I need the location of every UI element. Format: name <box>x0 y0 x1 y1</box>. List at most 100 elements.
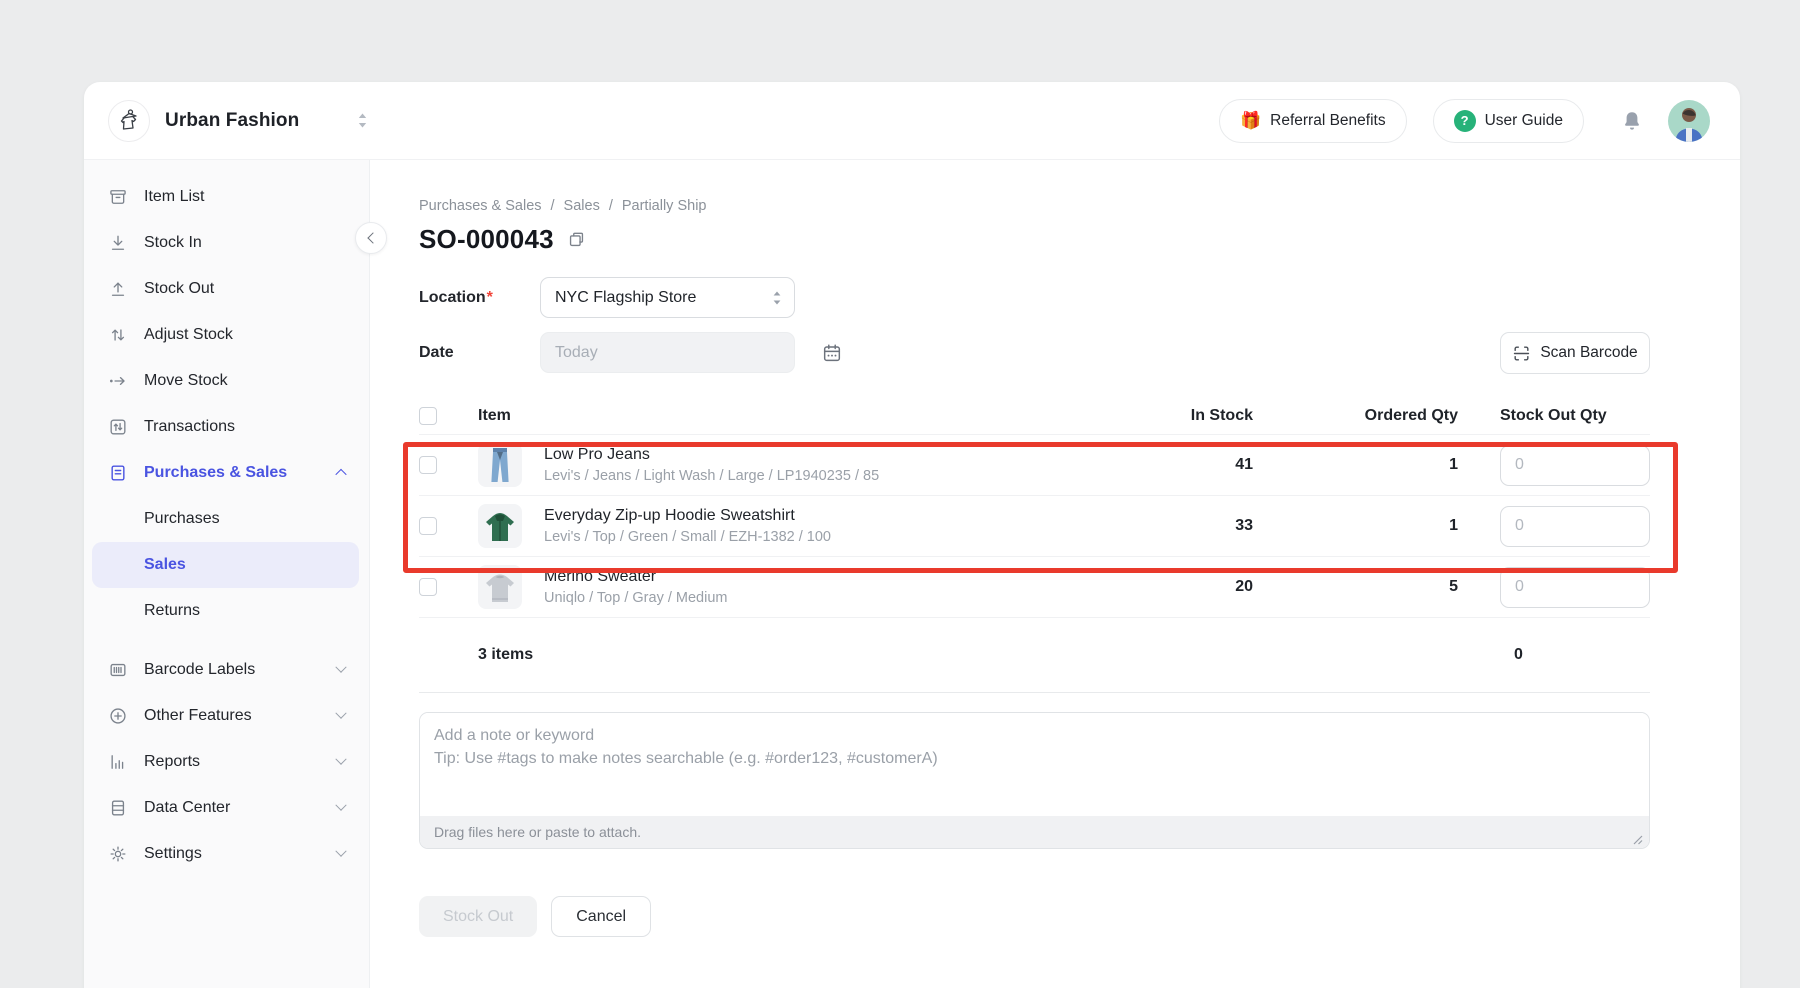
sidebar-item-stock-out[interactable]: Stock Out <box>92 266 359 312</box>
sidebar-label: Settings <box>144 845 202 863</box>
sidebar-item-move-stock[interactable]: Move Stock <box>92 358 359 404</box>
chevron-left-icon <box>367 232 378 243</box>
sidebar-item-purchases-sales[interactable]: Purchases & Sales <box>92 450 359 496</box>
note-box: Drag files here or paste to attach. <box>419 712 1650 849</box>
row-checkbox[interactable] <box>419 456 437 474</box>
table-row: Everyday Zip-up Hoodie Sweatshirt Levi's… <box>419 496 1650 557</box>
scan-barcode-button[interactable]: Scan Barcode <box>1500 332 1650 374</box>
sidebar-item-other-features[interactable]: Other Features <box>92 693 359 739</box>
sidebar-item-transactions[interactable]: Transactions <box>92 404 359 450</box>
sidebar-item-purchases[interactable]: Purchases <box>92 496 359 542</box>
adjust-stock-icon <box>108 325 128 345</box>
chevron-down-icon <box>335 754 346 765</box>
stock-out-qty-input[interactable] <box>1500 567 1650 608</box>
sidebar-item-sales[interactable]: Sales <box>92 542 359 588</box>
date-input[interactable] <box>540 332 795 373</box>
item-specs: Uniqlo / Top / Gray / Medium <box>544 590 727 606</box>
stock-out-qty-input[interactable] <box>1500 506 1650 547</box>
cancel-button[interactable]: Cancel <box>551 896 651 937</box>
stock-out-button[interactable]: Stock Out <box>419 896 537 937</box>
location-value: NYC Flagship Store <box>555 289 696 307</box>
breadcrumb-separator: / <box>551 198 555 214</box>
gift-icon: 🎁 <box>1240 112 1261 129</box>
breadcrumb-sales[interactable]: Sales <box>564 198 600 214</box>
sidebar: Item List Stock In <box>84 160 370 988</box>
sidebar-item-barcode-labels[interactable]: Barcode Labels <box>92 647 359 693</box>
row-checkbox[interactable] <box>419 517 437 535</box>
ordered-qty-value: 5 <box>1253 578 1458 596</box>
user-avatar[interactable] <box>1668 100 1710 142</box>
date-label: Date <box>419 344 540 362</box>
screen: Urban Fashion 🎁 Referral Benefits ? User… <box>0 0 1800 988</box>
plus-circle-icon <box>108 706 128 726</box>
avatar-photo <box>1668 102 1710 142</box>
user-guide-button[interactable]: ? User Guide <box>1433 99 1584 143</box>
select-sorter-icon <box>772 290 782 306</box>
sidebar-item-settings[interactable]: Settings <box>92 831 359 877</box>
sidebar-item-item-list[interactable]: Item List <box>92 174 359 220</box>
header-in-stock: In Stock <box>1093 407 1253 425</box>
chevron-up-icon <box>335 469 346 480</box>
sidebar-item-returns[interactable]: Returns <box>92 588 359 634</box>
sidebar-label: Data Center <box>144 799 230 817</box>
item-specs: Levi's / Jeans / Light Wash / Large / LP… <box>544 468 879 484</box>
sidebar-item-adjust-stock[interactable]: Adjust Stock <box>92 312 359 358</box>
stock-out-total: 0 <box>1500 646 1650 664</box>
sidebar-label: Reports <box>144 753 200 771</box>
in-stock-value: 20 <box>1093 578 1253 596</box>
main-content: Purchases & Sales / Sales / Partially Sh… <box>370 160 1740 988</box>
sidebar-item-stock-in[interactable]: Stock In <box>92 220 359 266</box>
sidebar-label: Adjust Stock <box>144 326 233 344</box>
chevron-down-icon <box>335 708 346 719</box>
bell-icon <box>1620 109 1644 133</box>
in-stock-value: 41 <box>1093 456 1253 474</box>
sidebar-label: Stock Out <box>144 280 214 298</box>
app-window: Urban Fashion 🎁 Referral Benefits ? User… <box>84 82 1740 988</box>
calendar-icon[interactable] <box>821 342 843 364</box>
breadcrumb-purchases-sales[interactable]: Purchases & Sales <box>419 198 542 214</box>
required-asterisk: * <box>487 289 493 306</box>
location-select[interactable]: NYC Flagship Store <box>540 277 795 318</box>
in-stock-value: 33 <box>1093 517 1253 535</box>
chevron-down-icon <box>335 800 346 811</box>
scan-frame-icon <box>1512 344 1531 363</box>
sweater-thumbnail <box>478 565 522 609</box>
sidebar-label: Sales <box>144 556 186 574</box>
stock-out-qty-input[interactable] <box>1500 445 1650 486</box>
sidebar-collapse-button[interactable] <box>355 222 387 254</box>
referral-benefits-button[interactable]: 🎁 Referral Benefits <box>1219 99 1407 143</box>
table-header-row: Item In Stock Ordered Qty Stock Out Qty <box>419 398 1650 435</box>
top-bar: Urban Fashion 🎁 Referral Benefits ? User… <box>84 82 1740 160</box>
item-name: Low Pro Jeans <box>544 446 879 464</box>
sidebar-item-reports[interactable]: Reports <box>92 739 359 785</box>
attachment-dropzone[interactable]: Drag files here or paste to attach. <box>420 816 1649 848</box>
resize-handle-icon[interactable] <box>1632 834 1643 845</box>
footer-actions: Stock Out Cancel <box>419 896 1740 937</box>
tshirt-hanger-icon <box>116 108 142 134</box>
copy-icon[interactable] <box>567 230 586 249</box>
attach-hint: Drag files here or paste to attach. <box>434 824 641 840</box>
page-title: SO-000043 <box>419 224 554 255</box>
breadcrumb-separator: / <box>609 198 613 214</box>
purchases-sales-icon <box>108 463 128 483</box>
row-checkbox[interactable] <box>419 578 437 596</box>
sidebar-label: Barcode Labels <box>144 661 255 679</box>
table-row: Low Pro Jeans Levi's / Jeans / Light Was… <box>419 435 1650 496</box>
breadcrumb-partially-ship: Partially Ship <box>622 198 707 214</box>
sidebar-item-data-center[interactable]: Data Center <box>92 785 359 831</box>
notifications-button[interactable] <box>1620 109 1644 133</box>
workspace-switcher-icon[interactable] <box>357 112 368 129</box>
sidebar-label: Purchases <box>144 510 220 528</box>
chevron-down-icon <box>335 662 346 673</box>
hoodie-thumbnail <box>478 504 522 548</box>
sidebar-label: Purchases & Sales <box>144 464 287 482</box>
brand-logo <box>108 100 150 142</box>
ordered-qty-value: 1 <box>1253 517 1458 535</box>
select-all-checkbox[interactable] <box>419 407 437 425</box>
item-specs: Levi's / Top / Green / Small / EZH-1382 … <box>544 529 831 545</box>
sidebar-label: Returns <box>144 602 200 620</box>
note-textarea[interactable] <box>420 713 1649 816</box>
app-body: Item List Stock In <box>84 160 1740 988</box>
sidebar-label: Other Features <box>144 707 252 725</box>
location-label: Location* <box>419 289 540 307</box>
